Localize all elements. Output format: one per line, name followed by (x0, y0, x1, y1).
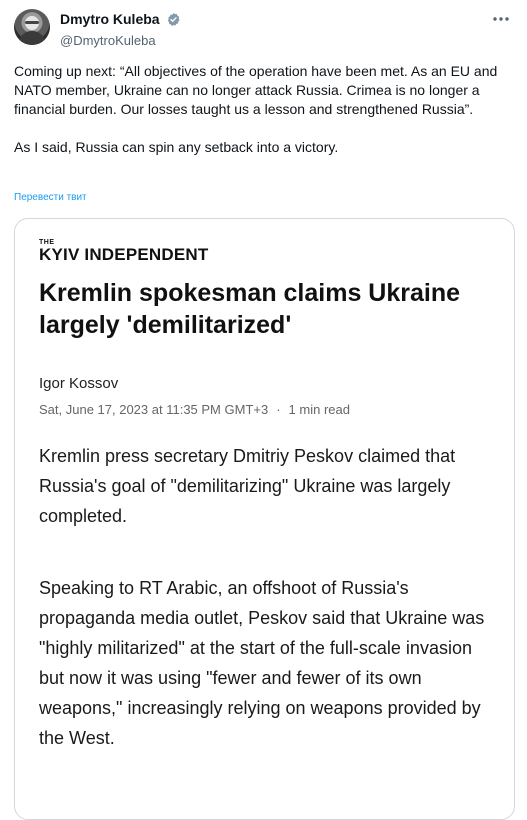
translate-link[interactable]: Перевести твит (14, 192, 87, 203)
author-name[interactable]: Dmytro Kuleba (60, 11, 160, 27)
article-date: Sat, June 17, 2023 at 11:35 PM GMT+3 (39, 402, 269, 417)
article-headline: Kremlin spokesman claims Ukraine largely… (39, 279, 461, 339)
article-paragraph-1: Kremlin press secretary Dmitriy Peskov c… (39, 446, 456, 526)
article-read-time: 1 min read (288, 402, 350, 417)
article-meta: Sat, June 17, 2023 at 11:35 PM GMT+3 · 1 m… (39, 402, 350, 417)
publication-logo: THE KYIV INDEPENDENT (39, 239, 208, 263)
tweet-text-paragraph-2: As I said, Russia can spin any setback i… (14, 139, 339, 155)
tweet: Dmytro Kuleba @DmytroKuleba Coming up ne… (0, 0, 527, 820)
more-options-icon[interactable] (489, 11, 513, 27)
author-handle[interactable]: @DmytroKuleba (60, 32, 181, 49)
publication-logo-name: KYIV INDEPENDENT (39, 245, 209, 264)
article-card[interactable]: THE KYIV INDEPENDENT Kremlin spokesman c… (14, 218, 515, 820)
tweet-text-paragraph-1: Coming up next: “All objectives of the o… (14, 63, 498, 117)
author-name-row[interactable]: Dmytro Kuleba (60, 11, 181, 31)
verified-badge-icon (166, 12, 181, 31)
author-block: Dmytro Kuleba @DmytroKuleba (60, 11, 181, 49)
tweet-header: Dmytro Kuleba @DmytroKuleba (14, 9, 513, 49)
article-author: Igor Kossov (39, 375, 119, 392)
meta-separator: · (276, 402, 281, 417)
tweet-text: Coming up next: “All objectives of the o… (14, 62, 514, 157)
avatar[interactable] (14, 9, 50, 45)
article-paragraph-2: Speaking to RT Arabic, an offshoot of Ru… (39, 578, 485, 748)
